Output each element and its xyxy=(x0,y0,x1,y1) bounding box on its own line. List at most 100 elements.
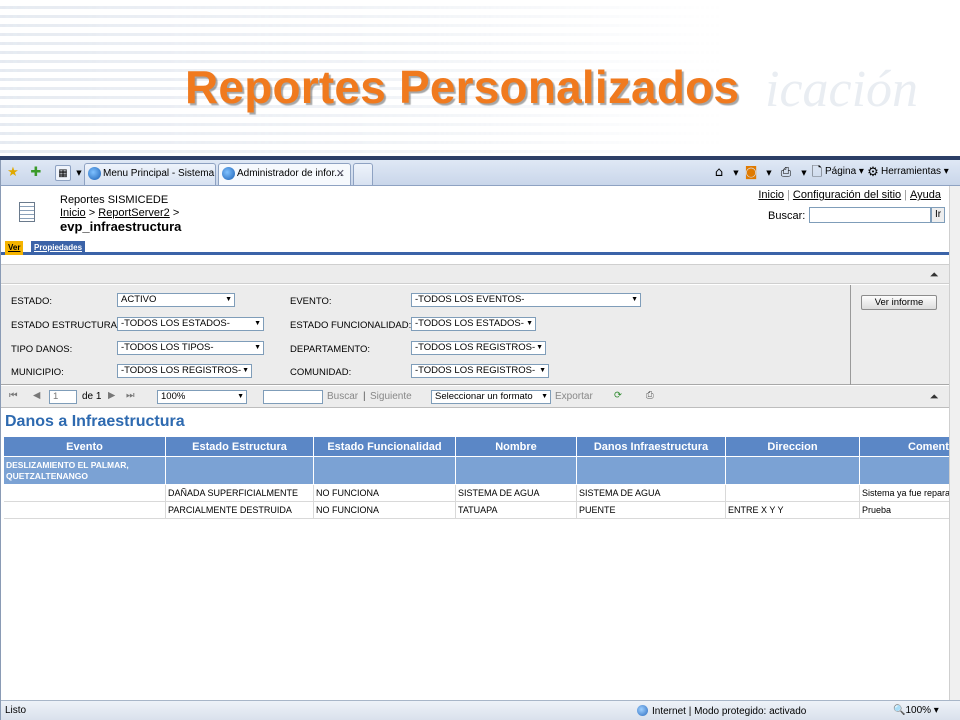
param-value: -TODOS LOS ESTADOS- xyxy=(415,318,524,329)
table-cell xyxy=(3,501,166,519)
browser-window: ★ ✚ ▦ ▼ Menu Principal - Sistema ... Adm… xyxy=(0,160,960,720)
param-label-estado: ESTADO: xyxy=(11,296,52,307)
export-format-select[interactable]: Seleccionar un formato ▼ xyxy=(431,390,551,404)
dropdown-arrow-icon: ▼ xyxy=(254,344,261,351)
breadcrumb-separator: > xyxy=(88,207,96,219)
ie-page-icon xyxy=(222,167,235,180)
site-name: Reportes SISMICEDE xyxy=(60,194,169,206)
param-select-municipio[interactable]: -TODOS LOS REGISTROS- ▼ xyxy=(117,364,252,378)
link-configuracion[interactable]: Configuración del sitio xyxy=(793,189,901,201)
param-select-estado-estructura[interactable]: -TODOS LOS ESTADOS- ▼ xyxy=(117,317,264,331)
search-input[interactable] xyxy=(809,207,931,223)
param-select-estado[interactable]: ACTIVO ▼ xyxy=(117,293,235,307)
previous-page-icon[interactable]: ◀ xyxy=(33,390,40,401)
report-manager-header: Reportes SISMICEDE Inicio > ReportServer… xyxy=(1,186,949,242)
report-toolbar: ⏮ ◀ 1 de 1 ▶ ⏭ 100% ▼ Buscar | Siguiente … xyxy=(1,386,949,408)
params-divider xyxy=(850,285,851,385)
find-separator: | xyxy=(363,391,366,402)
page-menu[interactable]: Página ▾ xyxy=(825,166,864,177)
tab-administrador[interactable]: Administrador de infor... ✕ xyxy=(218,163,351,185)
tab-ver[interactable]: Ver xyxy=(5,241,24,255)
search-go-button[interactable]: Ir xyxy=(931,207,945,223)
column-header: Danos Infraestructura xyxy=(576,436,726,457)
print-icon[interactable]: ⎙ xyxy=(778,165,794,181)
dropdown-arrow-icon: ▼ xyxy=(541,393,548,400)
report-manager-content: Reportes SISMICEDE Inicio > ReportServer… xyxy=(1,186,949,686)
param-select-tipo-danos[interactable]: -TODOS LOS TIPOS- ▼ xyxy=(117,341,264,355)
column-header: Nombre xyxy=(455,436,577,457)
breadcrumb-home-link[interactable]: Inicio xyxy=(60,207,86,219)
column-header: Evento xyxy=(3,436,166,457)
table-cell xyxy=(165,456,314,485)
table-cell xyxy=(725,456,860,485)
report-table: Evento Estado Estructura Estado Funciona… xyxy=(3,436,949,519)
param-value: -TODOS LOS EVENTOS- xyxy=(415,294,525,305)
feeds-icon[interactable]: ◙ xyxy=(743,165,759,181)
param-select-evento[interactable]: -TODOS LOS EVENTOS- ▼ xyxy=(411,293,641,307)
zoom-select[interactable]: 100% ▼ xyxy=(157,390,247,404)
dropdown-arrow-icon: ▼ xyxy=(631,296,638,303)
find-link[interactable]: Buscar xyxy=(327,391,358,402)
table-cell: ENTRE X Y Y xyxy=(725,501,860,519)
param-select-comunidad[interactable]: -TODOS LOS REGISTROS- ▼ xyxy=(411,364,549,378)
table-cell xyxy=(455,456,577,485)
breadcrumb-folder-link[interactable]: ReportServer2 xyxy=(98,207,170,219)
new-tab-button[interactable] xyxy=(353,163,373,185)
table-cell xyxy=(313,456,456,485)
format-value: Seleccionar un formato xyxy=(435,391,533,402)
dropdown-arrow-icon: ▼ xyxy=(242,367,249,374)
zoom-control[interactable]: 🔍100% ▾ xyxy=(893,705,939,716)
table-cell: SISTEMA DE AGUA xyxy=(576,484,726,502)
table-row: PARCIALMENTE DESTRUIDA NO FUNCIONA TATUA… xyxy=(3,501,949,519)
home-icon[interactable]: ⌂ xyxy=(711,165,727,181)
group-row: DESLIZAMIENTO EL PALMAR, QUETZALTENANGO xyxy=(3,456,949,485)
param-select-departamento[interactable]: -TODOS LOS REGISTROS- ▼ xyxy=(411,341,546,355)
table-cell xyxy=(3,484,166,502)
link-ayuda[interactable]: Ayuda xyxy=(910,189,941,201)
dropdown-arrow-icon: ▼ xyxy=(237,393,244,400)
find-text-input[interactable] xyxy=(263,390,323,404)
view-report-button[interactable]: Ver informe xyxy=(861,295,937,310)
tab-menu-principal[interactable]: Menu Principal - Sistema ... xyxy=(84,163,216,185)
status-text: Listo xyxy=(5,705,27,716)
link-inicio[interactable]: Inicio xyxy=(758,189,784,201)
breadcrumb-separator: > xyxy=(172,207,180,219)
dropdown-arrow-icon: ▼ xyxy=(526,320,533,327)
table-cell: TATUAPA xyxy=(455,501,577,519)
favorites-star-icon[interactable]: ★ xyxy=(5,165,21,181)
table-cell: PARCIALMENTE DESTRUIDA xyxy=(165,501,314,519)
dropdown-arrow-icon: ▼ xyxy=(536,344,543,351)
refresh-icon[interactable]: ⟳ xyxy=(614,390,622,401)
column-header: Estado Funcionalidad xyxy=(313,436,456,457)
zoom-level: 100% xyxy=(905,705,932,716)
next-page-icon[interactable]: ▶ xyxy=(108,390,115,401)
param-label-tipo-danos: TIPO DANOS: xyxy=(11,344,73,355)
tools-menu[interactable]: Herramientas ▾ xyxy=(881,166,949,177)
feeds-dropdown-icon[interactable]: ▼ xyxy=(761,165,777,181)
search-label: Buscar: xyxy=(768,210,806,222)
home-dropdown-icon[interactable]: ▼ xyxy=(728,165,744,181)
table-row: DAÑADA SUPERFICIALMENTE NO FUNCIONA SIST… xyxy=(3,484,949,502)
column-header: Estado Estructura xyxy=(165,436,314,457)
vertical-scrollbar[interactable] xyxy=(949,186,960,700)
table-cell: Prueba xyxy=(859,501,949,519)
next-match-link[interactable]: Siguiente xyxy=(370,391,412,402)
print-report-icon[interactable]: ⎙ xyxy=(646,390,654,401)
first-page-icon[interactable]: ⏮ xyxy=(9,390,18,401)
page-number-input[interactable]: 1 xyxy=(49,390,77,404)
add-favorites-icon[interactable]: ✚ xyxy=(28,165,44,181)
quick-tabs-icon[interactable]: ▦ xyxy=(55,165,71,181)
collapse-toolbar-icon[interactable]: ⏶ xyxy=(927,390,941,404)
export-link[interactable]: Exportar xyxy=(555,391,593,402)
last-page-icon[interactable]: ⏭ xyxy=(126,390,135,401)
collapse-params-icon[interactable]: ⏶ xyxy=(927,268,941,282)
param-label-departamento: DEPARTAMENTO: xyxy=(290,344,371,355)
close-tab-icon[interactable]: ✕ xyxy=(336,164,345,184)
browser-tab-bar: ★ ✚ ▦ ▼ Menu Principal - Sistema ... Adm… xyxy=(1,160,960,186)
param-value: -TODOS LOS REGISTROS- xyxy=(415,365,536,376)
zone-text: Internet | Modo protegido: activado xyxy=(652,706,807,717)
report-title: Danos a Infraestructura xyxy=(5,413,185,430)
param-label-estado-estructura: ESTADO ESTRUCTURA: xyxy=(11,320,120,331)
tab-propiedades[interactable]: Propiedades xyxy=(31,241,86,255)
param-select-estado-funcionalidad[interactable]: -TODOS LOS ESTADOS- ▼ xyxy=(411,317,536,331)
